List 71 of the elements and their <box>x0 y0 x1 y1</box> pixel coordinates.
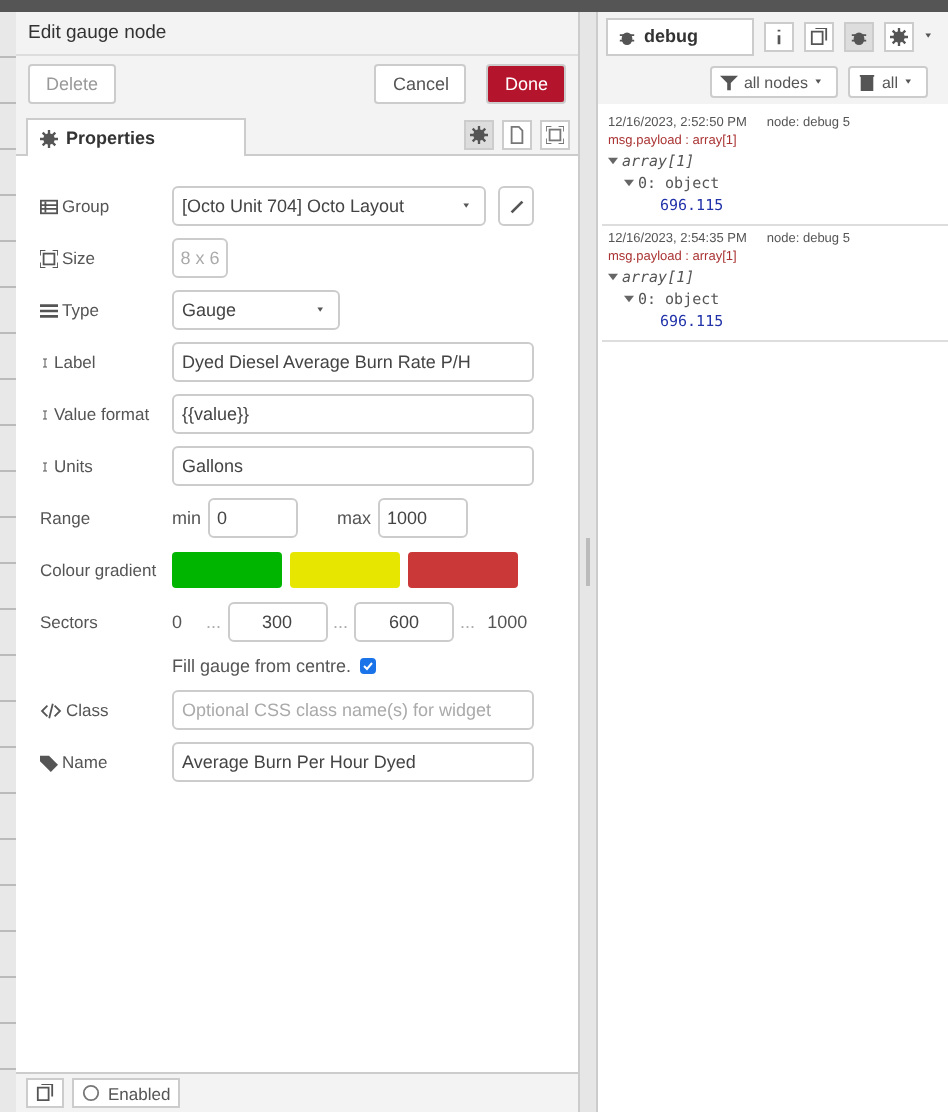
edit-button[interactable] <box>498 186 534 226</box>
enabled-toggle[interactable]: Enabled <box>72 1078 181 1108</box>
colour-swatch[interactable] <box>408 552 518 588</box>
clear-dropdown[interactable]: all <box>847 66 928 98</box>
min-field[interactable]: 0 <box>207 498 298 538</box>
field-label: Value format <box>54 404 150 424</box>
bug-icon <box>618 27 636 45</box>
description-tab-button[interactable] <box>502 120 532 150</box>
info-button[interactable] <box>764 21 794 51</box>
min-label: min <box>172 508 202 528</box>
text-field[interactable]: Gallons <box>172 446 534 486</box>
gear-icon <box>470 126 488 144</box>
text-cursor-icon <box>40 457 50 475</box>
max-label: max <box>337 508 372 528</box>
text-cursor-icon <box>40 405 50 423</box>
resize-icon <box>40 249 58 267</box>
type-select[interactable]: Gauge <box>172 290 340 330</box>
cancel-button[interactable]: Cancel <box>374 64 467 104</box>
resize-icon <box>546 126 564 144</box>
circle-icon <box>82 1084 100 1102</box>
caret-icon[interactable] <box>624 178 634 188</box>
sector-field[interactable]: 600 <box>354 602 455 642</box>
field-label: Class <box>66 700 109 720</box>
ellipsis-text: ... <box>206 612 222 632</box>
text-field[interactable]: {{value}} <box>172 394 534 434</box>
colour-swatch[interactable] <box>290 552 400 588</box>
tag-icon <box>40 753 58 771</box>
field-label: Group <box>62 196 110 216</box>
colour-swatch[interactable] <box>172 552 282 588</box>
field-label: Label <box>54 352 96 372</box>
gear-icon <box>40 129 58 147</box>
trash-icon <box>857 73 876 91</box>
checkbox[interactable] <box>359 658 376 674</box>
table-icon <box>40 197 58 215</box>
max-field[interactable]: 1000 <box>377 498 468 538</box>
field-label: Type <box>62 300 99 320</box>
code-icon <box>40 701 62 719</box>
bug-icon <box>850 27 868 45</box>
document-icon <box>508 126 526 144</box>
caret-icon[interactable] <box>608 156 618 166</box>
debug-button[interactable] <box>844 21 874 51</box>
settings-button[interactable] <box>884 21 914 51</box>
pencil-icon <box>507 197 525 215</box>
caret-icon[interactable] <box>624 294 634 304</box>
gear-icon <box>890 27 908 45</box>
sector-field[interactable]: 300 <box>227 602 328 642</box>
ellipsis-text: ... <box>333 612 349 632</box>
panel-title: Edit gauge node <box>28 22 167 44</box>
appearance-tab-button[interactable] <box>540 120 570 150</box>
filter-dropdown[interactable]: all nodes <box>709 66 838 98</box>
field-label: Colour gradient <box>40 560 157 580</box>
filter-icon <box>719 73 738 91</box>
checkbox-label: Fill gauge from centre. <box>172 656 352 676</box>
text-field[interactable]: Dyed Diesel Average Burn Rate P/H <box>172 342 534 382</box>
field-label: Range <box>40 508 91 528</box>
properties-tab[interactable]: Properties <box>26 118 246 156</box>
sector-end: 1000 <box>487 612 528 632</box>
text-cursor-icon <box>40 353 50 371</box>
sector-start: 0 <box>172 612 183 632</box>
ellipsis-text: ... <box>460 612 476 632</box>
field-label: Name <box>62 752 108 772</box>
caret-icon[interactable] <box>608 272 618 282</box>
field-label: Units <box>54 456 93 476</box>
done-button[interactable]: Done <box>486 64 566 104</box>
list-icon <box>40 301 58 319</box>
name-field[interactable]: Average Burn Per Hour Dyed <box>172 742 534 782</box>
field-label: Size <box>62 248 96 268</box>
group-select[interactable]: [Octo Unit 704] Octo Layout <box>172 186 486 226</box>
debug-tab[interactable]: debug <box>606 17 754 55</box>
settings-tab-button[interactable] <box>464 120 494 150</box>
field-label: Sectors <box>40 612 98 632</box>
